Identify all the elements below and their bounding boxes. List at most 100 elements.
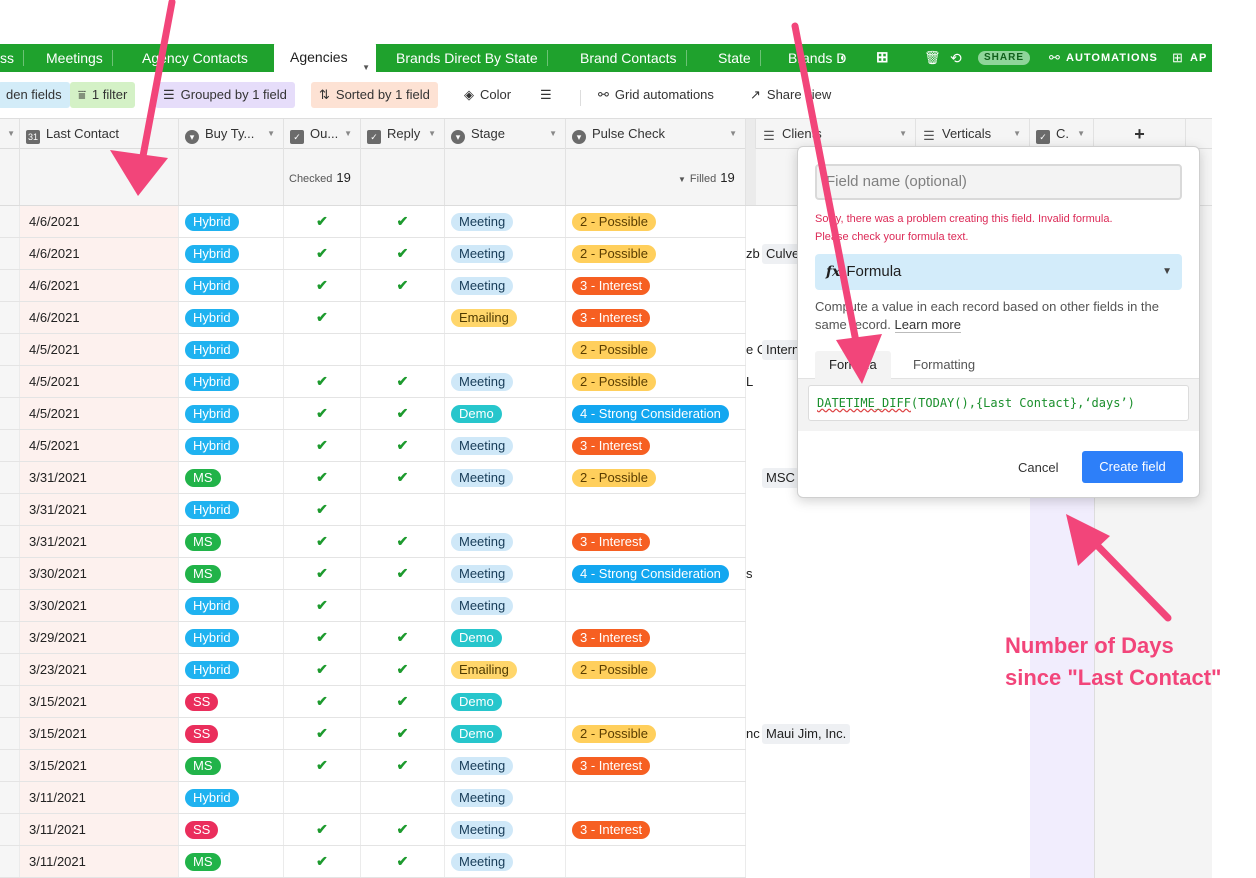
outreach-cell[interactable] — [284, 782, 361, 813]
hidden-fields-button[interactable]: den fields — [0, 82, 70, 108]
add-field-button[interactable]: + — [1094, 119, 1186, 149]
last-contact-cell[interactable]: 3/15/2021 — [20, 718, 179, 749]
formula-input[interactable]: DATETIME_DIFF(TODAY(),{Last Contact},‘da… — [808, 385, 1189, 421]
row-lead[interactable] — [0, 782, 20, 813]
buy-type-cell[interactable]: MS — [179, 846, 284, 877]
pulse-check-cell[interactable] — [566, 846, 746, 877]
row-lead[interactable] — [0, 494, 20, 525]
last-contact-cell[interactable]: 4/5/2021 — [20, 366, 179, 397]
pulse-check-cell[interactable]: 3 - Interest — [566, 430, 746, 461]
header-pulse-check[interactable]: ▾ Pulse Check ▼ — [566, 119, 746, 149]
buy-type-cell[interactable]: Hybrid — [179, 398, 284, 429]
field-type-select[interactable]: fx Formula ▼ — [815, 254, 1182, 290]
tab-brands-partial[interactable]: Brands D — [788, 44, 846, 72]
row-lead[interactable] — [0, 558, 20, 589]
stage-cell[interactable]: Meeting — [445, 526, 566, 557]
summary-last-contact[interactable] — [20, 149, 179, 205]
buy-type-cell[interactable]: MS — [179, 462, 284, 493]
table-row[interactable]: 4/6/2021 Hybrid ✔ ✔ Meeting 3 - Interest — [0, 270, 746, 302]
reply-cell[interactable]: ✔ — [361, 750, 445, 781]
table-row[interactable]: 4/6/2021 Hybrid ✔ ✔ Meeting 2 - Possible — [0, 238, 746, 270]
tab-more-icon[interactable]: ◐ — [840, 44, 847, 72]
table-row[interactable]: 4/6/2021 Hybrid ✔ ✔ Meeting 2 - Possible — [0, 206, 746, 238]
summary-buy-type[interactable] — [179, 149, 284, 205]
pulse-check-cell[interactable]: 2 - Possible — [566, 334, 746, 365]
row-lead[interactable] — [0, 750, 20, 781]
buy-type-cell[interactable]: Hybrid — [179, 622, 284, 653]
stage-cell[interactable] — [445, 494, 566, 525]
outreach-cell[interactable]: ✔ — [284, 686, 361, 717]
reply-cell[interactable]: ✔ — [361, 398, 445, 429]
pulse-check-cell[interactable]: 2 - Possible — [566, 718, 746, 749]
row-lead[interactable] — [0, 846, 20, 877]
tab-meetings[interactable]: Meetings — [46, 44, 113, 72]
table-row[interactable]: 3/11/2021 Hybrid Meeting — [0, 782, 746, 814]
buy-type-cell[interactable]: Hybrid — [179, 238, 284, 269]
pulse-check-cell[interactable]: 3 - Interest — [566, 750, 746, 781]
outreach-cell[interactable]: ✔ — [284, 398, 361, 429]
row-lead[interactable] — [0, 686, 20, 717]
reply-cell[interactable]: ✔ — [361, 526, 445, 557]
tab-agencies[interactable]: Agencies ▼ — [274, 42, 376, 72]
tab-state[interactable]: State — [718, 44, 761, 72]
buy-type-cell[interactable]: SS — [179, 686, 284, 717]
pulse-check-cell[interactable] — [566, 494, 746, 525]
outreach-cell[interactable]: ✔ — [284, 590, 361, 621]
buy-type-cell[interactable]: Hybrid — [179, 430, 284, 461]
row-lead[interactable] — [0, 206, 20, 237]
last-contact-cell[interactable]: 4/6/2021 — [20, 206, 179, 237]
pulse-check-cell[interactable]: 2 - Possible — [566, 366, 746, 397]
stage-cell[interactable]: Meeting — [445, 590, 566, 621]
summary-stage[interactable] — [445, 149, 566, 205]
row-height-button[interactable]: ☰ — [532, 82, 560, 108]
stage-cell[interactable]: Demo — [445, 398, 566, 429]
last-contact-cell[interactable]: 3/30/2021 — [20, 590, 179, 621]
reply-cell[interactable]: ✔ — [361, 558, 445, 589]
last-contact-cell[interactable]: 3/23/2021 — [20, 654, 179, 685]
reply-cell[interactable]: ✔ — [361, 622, 445, 653]
last-contact-cell[interactable]: 3/29/2021 — [20, 622, 179, 653]
reply-cell[interactable]: ✔ — [361, 814, 445, 845]
reply-cell[interactable]: ✔ — [361, 238, 445, 269]
buy-type-cell[interactable]: Hybrid — [179, 270, 284, 301]
table-row[interactable]: 3/15/2021 SS ✔ ✔ Demo 2 - Possible — [0, 718, 746, 750]
table-row[interactable]: 3/31/2021 MS ✔ ✔ Meeting 3 - Interest — [0, 526, 746, 558]
row-lead[interactable] — [0, 398, 20, 429]
last-contact-cell[interactable]: 3/15/2021 — [20, 750, 179, 781]
create-field-button[interactable]: Create field — [1082, 451, 1183, 483]
stage-cell[interactable]: Meeting — [445, 814, 566, 845]
outreach-cell[interactable]: ✔ — [284, 654, 361, 685]
stage-cell[interactable]: Meeting — [445, 462, 566, 493]
table-row[interactable]: 4/5/2021 Hybrid ✔ ✔ Meeting 2 - Possible — [0, 366, 746, 398]
last-contact-cell[interactable]: 4/5/2021 — [20, 430, 179, 461]
table-row[interactable]: 3/30/2021 Hybrid ✔ Meeting — [0, 590, 746, 622]
table-row[interactable]: 4/6/2021 Hybrid ✔ Emailing 3 - Interest — [0, 302, 746, 334]
table-row[interactable]: 3/31/2021 MS ✔ ✔ Meeting 2 - Possible — [0, 462, 746, 494]
buy-type-cell[interactable]: MS — [179, 558, 284, 589]
stage-cell[interactable]: Demo — [445, 718, 566, 749]
outreach-cell[interactable]: ✔ — [284, 206, 361, 237]
outreach-cell[interactable]: ✔ — [284, 430, 361, 461]
summary-outreach[interactable]: Checked 19 — [284, 149, 361, 205]
pulse-check-cell[interactable]: 2 - Possible — [566, 654, 746, 685]
reply-cell[interactable] — [361, 302, 445, 333]
table-row[interactable]: 3/15/2021 SS ✔ ✔ Demo — [0, 686, 746, 718]
outreach-cell[interactable]: ✔ — [284, 270, 361, 301]
pulse-check-cell[interactable] — [566, 590, 746, 621]
color-button[interactable]: ◈ Color — [456, 82, 519, 108]
row-lead[interactable] — [0, 814, 20, 845]
cancel-button[interactable]: Cancel — [1008, 452, 1068, 484]
chevron-down-icon[interactable]: ▼ — [729, 119, 737, 149]
table-row[interactable]: 4/5/2021 Hybrid ✔ ✔ Meeting 3 - Interest — [0, 430, 746, 462]
stage-cell[interactable]: Emailing — [445, 302, 566, 333]
row-lead[interactable] — [0, 718, 20, 749]
stage-cell[interactable]: Meeting — [445, 206, 566, 237]
tab-brands-direct-by-state[interactable]: Brands Direct By State — [396, 44, 548, 72]
summary-pulse-check[interactable]: ▼ Filled 19 — [566, 149, 746, 205]
pulse-check-cell[interactable]: 3 - Interest — [566, 526, 746, 557]
outreach-cell[interactable]: ✔ — [284, 558, 361, 589]
pulse-check-cell[interactable]: 2 - Possible — [566, 238, 746, 269]
header-verticals[interactable]: ☰ Verticals ▼ — [916, 119, 1030, 149]
table-row[interactable]: 4/5/2021 Hybrid ✔ ✔ Demo 4 - Strong Considera… — [0, 398, 746, 430]
automations-button[interactable]: AUTOMATIONS — [1066, 44, 1158, 72]
